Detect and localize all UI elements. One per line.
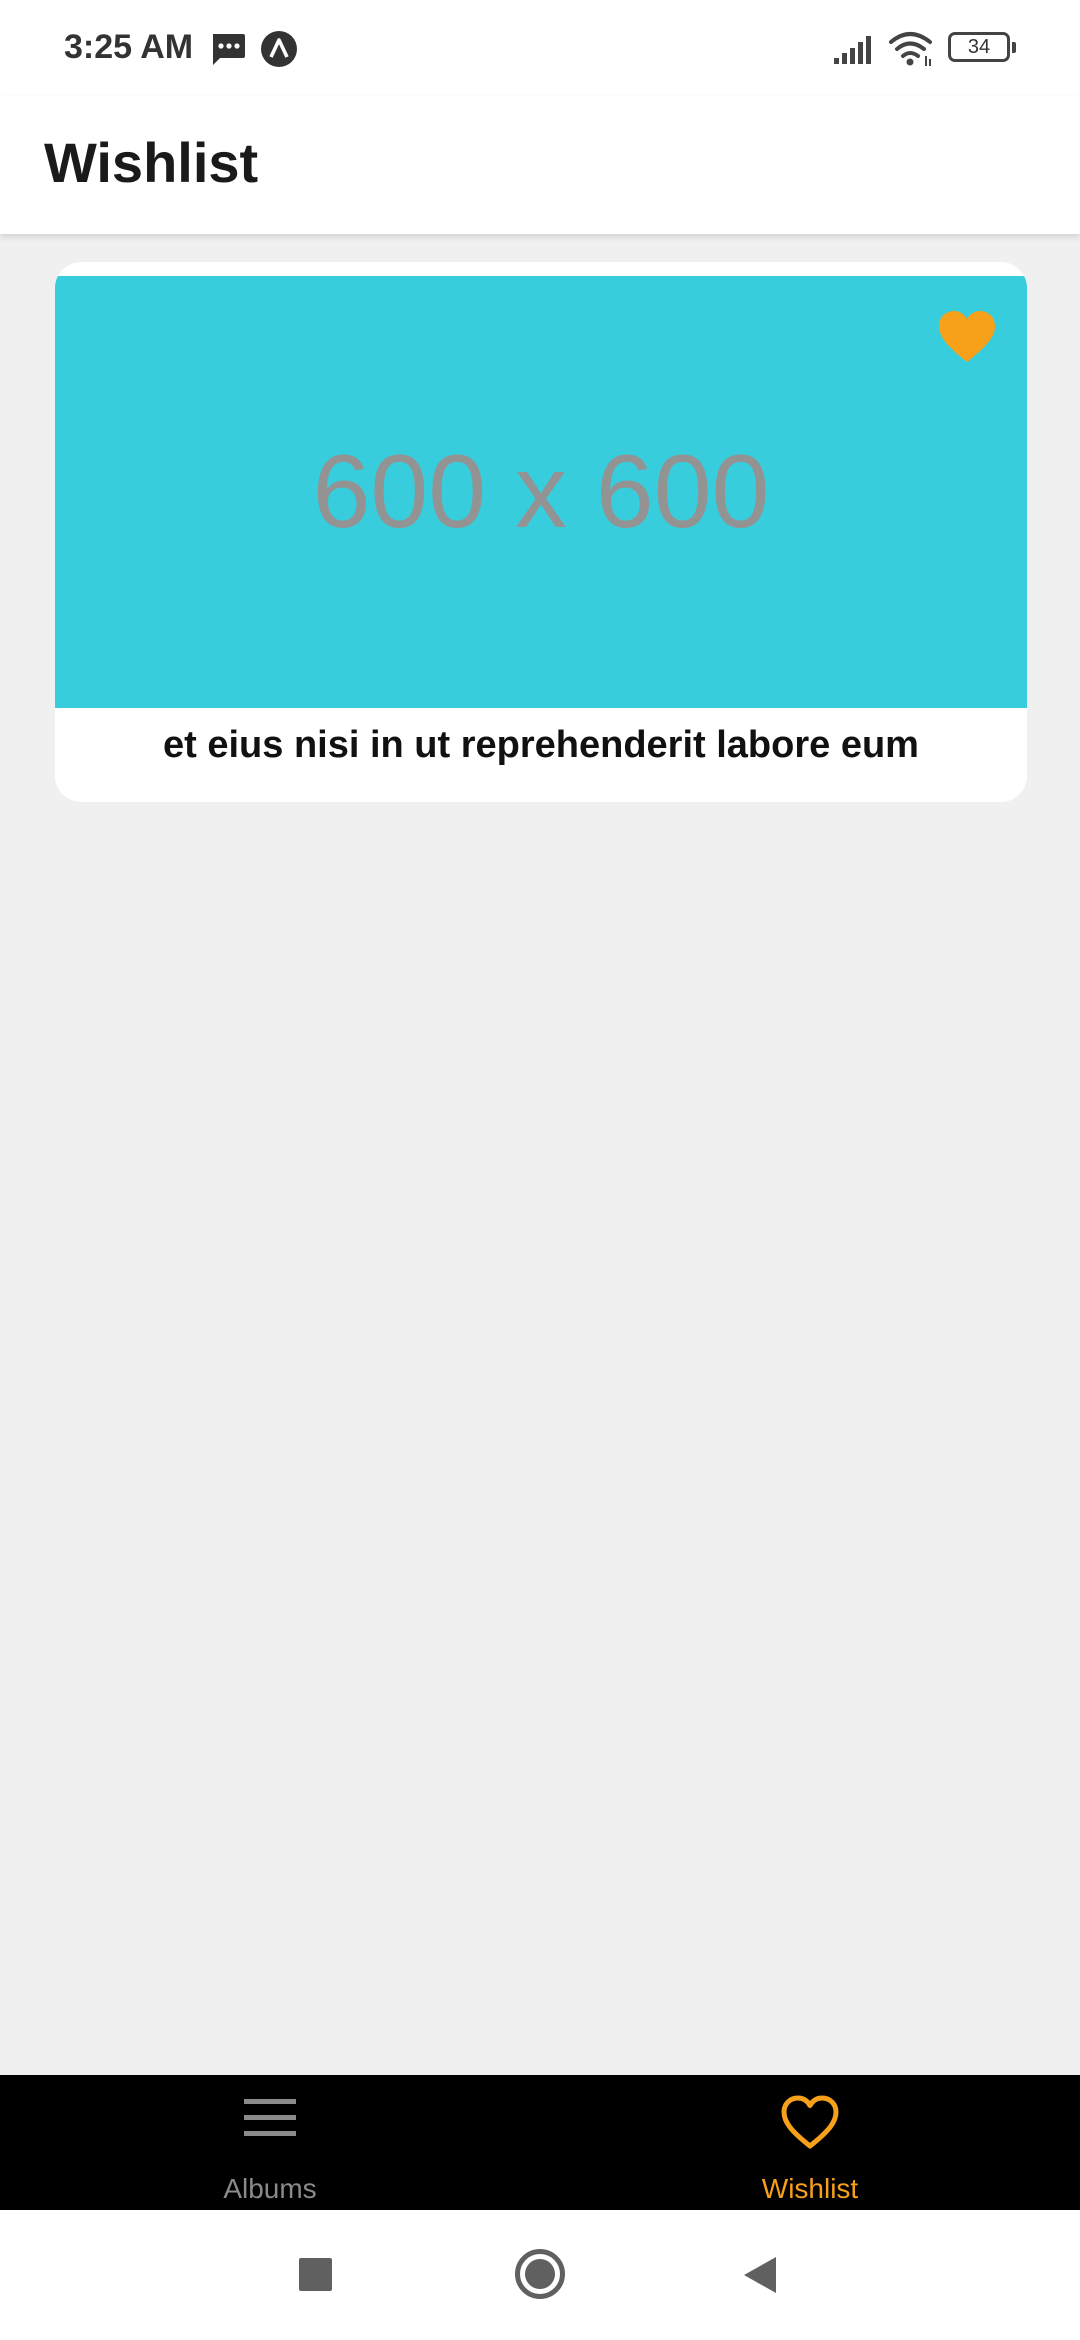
home-button[interactable] bbox=[515, 2249, 565, 2299]
heart-filled-icon[interactable] bbox=[937, 310, 997, 364]
signal-icon bbox=[834, 36, 871, 64]
tab-albums[interactable]: Albums bbox=[0, 2075, 540, 2210]
image-placeholder-text: 600 x 600 bbox=[312, 433, 770, 550]
battery-icon: 34 bbox=[948, 32, 1016, 62]
album-title: et eius nisi in ut reprehenderit labore … bbox=[163, 724, 919, 766]
bottom-tab-bar: Albums Wishlist bbox=[0, 2075, 1080, 2210]
album-image: 600 x 600 bbox=[55, 276, 1027, 708]
message-icon bbox=[213, 34, 245, 65]
wishlist-album-card[interactable]: 600 x 600 et eius nisi in ut reprehender… bbox=[55, 262, 1027, 802]
tab-wishlist[interactable]: Wishlist bbox=[540, 2075, 1080, 2210]
wifi-icon bbox=[889, 32, 932, 66]
battery-level: 34 bbox=[967, 36, 991, 58]
menu-icon bbox=[244, 2099, 296, 2136]
tab-wishlist-label: Wishlist bbox=[761, 2173, 859, 2204]
recents-button[interactable] bbox=[299, 2258, 332, 2291]
app-header: Wishlist bbox=[0, 96, 1080, 234]
page-title: Wishlist bbox=[44, 131, 259, 194]
status-bar: 3:25 AM 34 bbox=[0, 0, 1080, 96]
status-time: 3:25 AM bbox=[64, 28, 194, 66]
system-navigation-bar bbox=[0, 2210, 1080, 2340]
app-notification-icon bbox=[261, 31, 297, 67]
back-button[interactable] bbox=[742, 2255, 778, 2295]
heart-outline-icon bbox=[781, 2095, 839, 2149]
tab-albums-label: Albums bbox=[223, 2173, 317, 2204]
